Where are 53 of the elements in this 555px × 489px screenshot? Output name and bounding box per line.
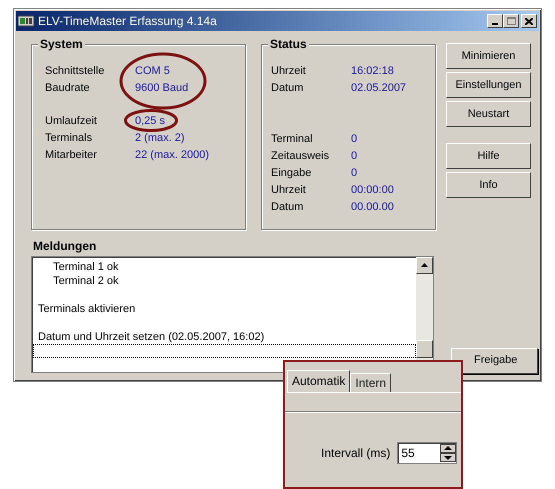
group-title: System — [38, 37, 85, 51]
maximize-button[interactable] — [503, 14, 519, 28]
spin-arrows-icon[interactable] — [440, 444, 456, 462]
section-title: Meldungen — [33, 239, 96, 253]
field-value: 0 — [351, 149, 358, 164]
field-label: Eingabe — [271, 166, 312, 182]
field-value: 0,25 s — [135, 114, 165, 130]
window-title: ELV-TimeMaster Erfassung 4.14a — [38, 13, 218, 30]
minimize-button[interactable] — [487, 14, 503, 28]
focused-row[interactable] — [33, 344, 416, 358]
scroll-thumb[interactable] — [416, 340, 433, 358]
close-button[interactable] — [521, 14, 537, 28]
field-value: 9600 Baud — [135, 81, 188, 96]
action-button[interactable]: Minimieren — [446, 43, 531, 69]
field-value: 22 (max. 2000) — [135, 148, 209, 164]
field-value: 0 — [351, 166, 358, 182]
field-label: Terminals — [45, 131, 94, 146]
field-label: Mitarbeiter — [45, 148, 98, 164]
scroll-up-button[interactable] — [416, 256, 433, 274]
release-button[interactable]: Freigabe — [451, 348, 538, 374]
field-value: 00:00:00 — [351, 183, 394, 198]
action-button[interactable]: Einstellungen — [446, 72, 531, 98]
group-title: Status — [268, 37, 309, 51]
message-line: Terminals aktivieren — [38, 302, 136, 316]
field-value: 2 (max. 2) — [135, 131, 185, 146]
field-label: Uhrzeit — [271, 183, 307, 198]
close-icon — [525, 18, 533, 24]
app-icon — [18, 15, 34, 27]
field-value: 00.00.00 — [351, 200, 394, 216]
field-label: Umlaufzeit — [45, 114, 98, 130]
field-label: Uhrzeit — [271, 64, 307, 80]
field-label: Zeitausweis — [271, 149, 330, 164]
field-label: Schnittstelle — [45, 64, 106, 80]
field-value: 02.05.2007 — [351, 81, 406, 96]
field-label: Terminal — [271, 132, 314, 148]
action-button[interactable]: Hilfe — [446, 143, 531, 169]
message-line: Terminal 1 ok — [52, 260, 118, 274]
tab[interactable]: Automatik — [287, 370, 350, 392]
field-value: 16:02:18 — [351, 64, 394, 80]
message-line: Datum und Uhrzeit setzen (02.05.2007, 16:02) — [38, 330, 264, 344]
interval-spinbox[interactable]: 55 — [397, 442, 458, 464]
field-value: 0 — [351, 132, 358, 148]
message-list[interactable]: Terminal 1 ok Terminal 2 ok Terminals aktivieren Datum und Uhrzeit setzen (02.05.2007, 16:02) — [31, 256, 434, 372]
field-label: Datum — [271, 200, 304, 216]
tab[interactable]: Intern — [350, 373, 392, 392]
field-label: Intervall (ms) — [321, 445, 390, 462]
action-button[interactable]: Neustart — [446, 101, 531, 127]
action-button[interactable]: Info — [446, 172, 531, 198]
up-arrow-icon — [421, 263, 428, 267]
field-value: COM 5 — [135, 64, 170, 80]
field-label: Baudrate — [45, 81, 91, 96]
message-line: Terminal 2 ok — [52, 274, 118, 288]
field-label: Datum — [271, 81, 304, 96]
